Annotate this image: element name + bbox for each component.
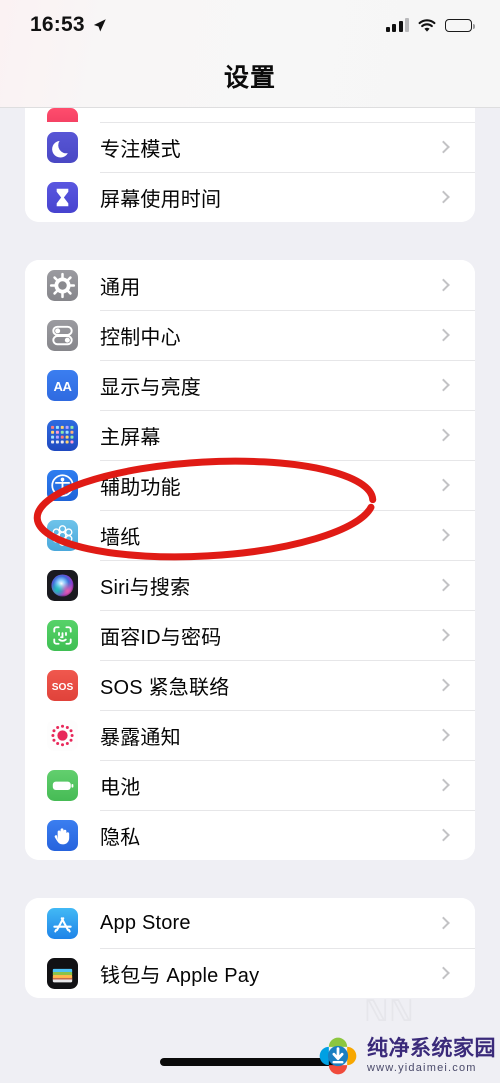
chevron-right-icon <box>437 140 450 154</box>
location-arrow-icon <box>93 18 106 31</box>
group-focus: 专注模式屏幕使用时间 <box>25 108 475 222</box>
chevron-right-icon <box>437 478 450 492</box>
row-control-center-label: 控制中心 <box>100 326 181 349</box>
row-wallet-label: 钱包与 Apple Pay <box>100 964 260 987</box>
group-separator <box>0 860 500 898</box>
wifi-icon <box>418 18 436 32</box>
exposure-notification-icon <box>47 719 78 751</box>
wallet-icon <box>47 957 78 989</box>
battery-icon <box>445 18 475 32</box>
row-partial[interactable] <box>25 108 475 122</box>
svg-text:SOS: SOS <box>52 681 74 692</box>
row-control-center[interactable]: 控制中心 <box>25 310 475 360</box>
row-focus[interactable]: 专注模式 <box>25 122 475 172</box>
aa-text-icon: AA <box>47 369 78 401</box>
row-battery-label: 电池 <box>100 776 141 799</box>
row-display-brightness-label: 显示与亮度 <box>100 376 201 399</box>
row-siri-search[interactable]: Siri与搜索 <box>25 560 475 610</box>
chevron-right-icon <box>437 578 450 592</box>
chevron-right-icon <box>437 966 450 980</box>
battery-green-icon <box>47 769 78 801</box>
row-sos[interactable]: SOS SOS 紧急联络 <box>25 660 475 710</box>
header-area: 16:53 设置 <box>0 0 500 108</box>
row-wallpaper-label: 墙纸 <box>100 526 141 549</box>
page-title: 设置 <box>223 64 276 92</box>
row-siri-search-label: Siri与搜索 <box>100 576 191 599</box>
watermark-ghost-mark: ℕℕ <box>363 995 414 1028</box>
row-home-screen[interactable]: 主屏幕 <box>25 410 475 460</box>
cellular-signal-icon <box>385 18 409 32</box>
status-bar-right <box>385 18 475 33</box>
row-screen-time-label: 屏幕使用时间 <box>100 188 222 211</box>
hand-icon <box>47 819 78 851</box>
row-exposure[interactable]: 暴露通知 <box>25 710 475 760</box>
row-wallpaper[interactable]: 墙纸 <box>25 510 475 560</box>
row-app-store[interactable]: App Store <box>25 898 475 948</box>
row-screen-time[interactable]: 屏幕使用时间 <box>25 172 475 222</box>
face-id-icon <box>47 619 78 651</box>
siri-orb-icon <box>47 569 78 601</box>
watermark: 纯净系统家园 www.yidaimei.com <box>316 1034 496 1078</box>
row-accessibility[interactable]: 辅助功能 <box>25 460 475 510</box>
notifications-icon <box>47 108 78 122</box>
row-sos-label: SOS 紧急联络 <box>100 676 230 699</box>
chevron-right-icon <box>437 328 450 342</box>
watermark-url: www.yidaimei.com <box>367 1062 477 1074</box>
row-display-brightness[interactable]: AA 显示与亮度 <box>25 360 475 410</box>
accessibility-icon <box>47 469 78 501</box>
four-petal-download-logo-icon <box>319 1037 357 1075</box>
row-battery[interactable]: 电池 <box>25 760 475 810</box>
sos-icon: SOS <box>47 669 78 701</box>
row-general-label: 通用 <box>100 276 141 299</box>
app-grid-icon <box>47 419 78 451</box>
row-privacy[interactable]: 隐私 <box>25 810 475 860</box>
row-focus-label: 专注模式 <box>100 138 181 161</box>
chevron-right-icon <box>437 190 450 204</box>
group-store: App Store 钱包与 Apple Pay <box>25 898 475 998</box>
gear-icon <box>47 269 78 301</box>
iphone-settings-screen: 16:53 设置 专注模式屏幕使用时间 通用控制中心 AA 显示与亮度主屏幕辅助功能墙… <box>0 0 500 1083</box>
chevron-right-icon <box>437 378 450 392</box>
status-clock: 16:53 <box>30 13 85 36</box>
home-indicator <box>160 1058 340 1066</box>
app-store-icon <box>47 907 78 939</box>
row-wallet[interactable]: 钱包与 Apple Pay <box>25 948 475 998</box>
chevron-right-icon <box>437 628 450 642</box>
row-exposure-label: 暴露通知 <box>100 726 181 749</box>
chevron-right-icon <box>437 428 450 442</box>
toggles-icon <box>47 319 78 351</box>
row-app-store-label: App Store <box>100 911 191 934</box>
row-home-screen-label: 主屏幕 <box>100 426 161 449</box>
hourglass-icon <box>47 181 78 213</box>
settings-list[interactable]: 专注模式屏幕使用时间 通用控制中心 AA 显示与亮度主屏幕辅助功能墙纸 Siri与搜索面… <box>0 108 500 1083</box>
row-accessibility-label: 辅助功能 <box>100 476 181 499</box>
status-bar: 16:53 <box>0 0 500 50</box>
row-face-id[interactable]: 面容ID与密码 <box>25 610 475 660</box>
chevron-right-icon <box>437 528 450 542</box>
moon-icon <box>47 131 78 163</box>
chevron-right-icon <box>437 728 450 742</box>
row-face-id-label: 面容ID与密码 <box>100 626 222 649</box>
chevron-right-icon <box>437 916 450 930</box>
watermark-text: 纯净系统家园 www.yidaimei.com <box>367 1038 496 1074</box>
chevron-right-icon <box>437 678 450 692</box>
watermark-title: 纯净系统家园 <box>367 1037 496 1060</box>
chevron-right-icon <box>437 278 450 292</box>
group-system: 通用 控制中心 AA 显示与亮度 主屏幕 辅助功能 墙纸 Siri与搜索 面容ID与密码 SOS S… <box>25 260 475 860</box>
row-general[interactable]: 通用 <box>25 260 475 310</box>
status-bar-left: 16:53 <box>30 13 107 37</box>
group-separator <box>0 222 500 260</box>
chevron-right-icon <box>437 778 450 792</box>
chevron-right-icon <box>437 828 450 842</box>
svg-text:AA: AA <box>54 378 73 393</box>
flower-icon <box>47 519 78 551</box>
row-privacy-label: 隐私 <box>100 826 141 849</box>
